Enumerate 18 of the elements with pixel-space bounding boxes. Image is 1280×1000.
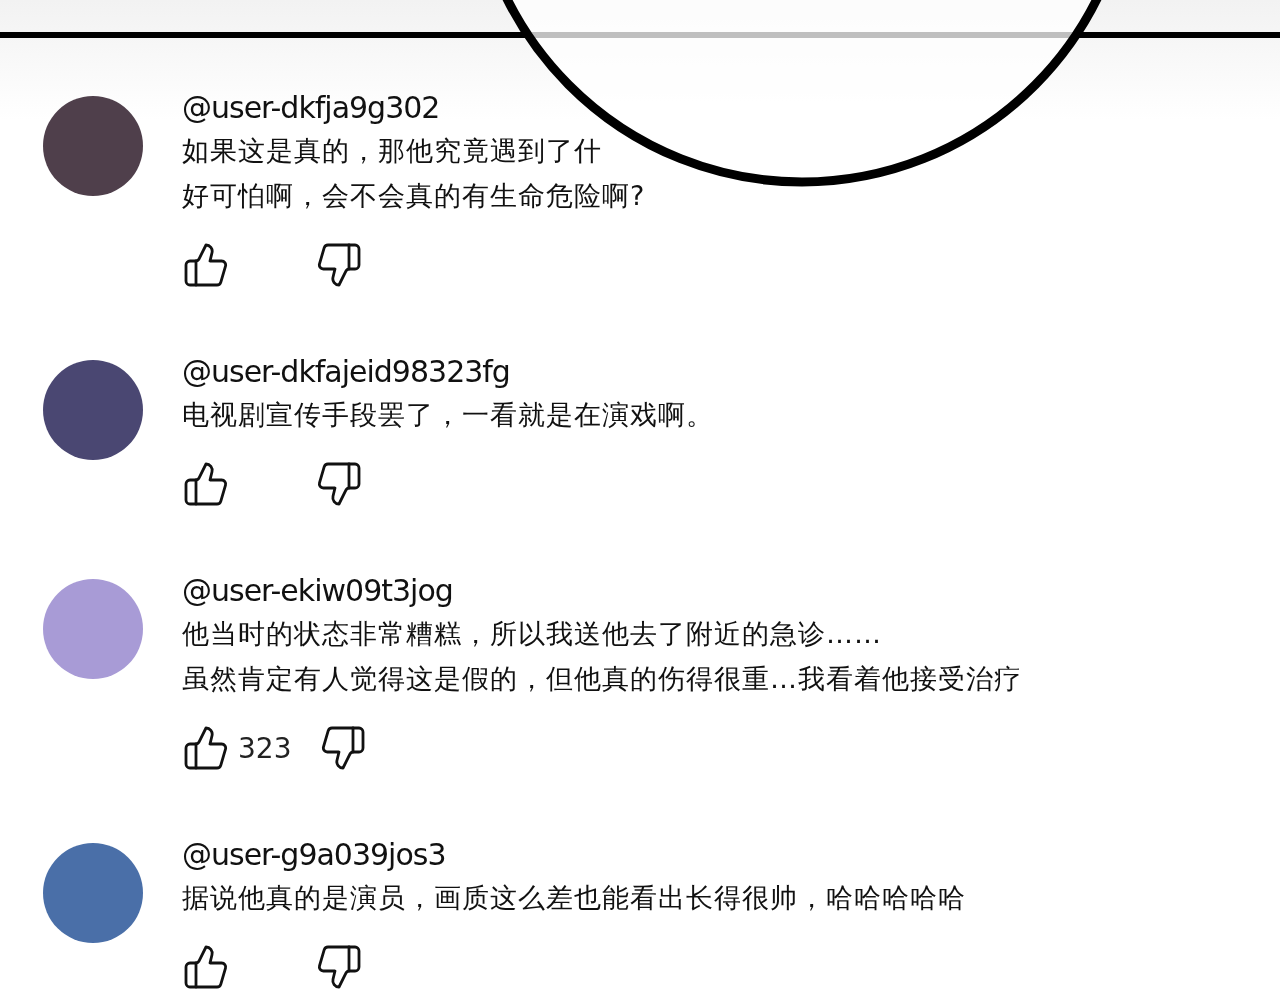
comment-text: 据说他真的是演员，画质这么差也能看出长得很帅，哈哈哈哈哈 xyxy=(182,881,966,915)
comment-text: 如果这是真的，那他究竟遇到了什 xyxy=(182,134,603,168)
comment-text: 他当时的状态非常糟糕，所以我送他去了附近的急诊…… xyxy=(182,617,883,651)
comment-text: 好可怕啊，会不会真的有生命危险啊? xyxy=(182,179,646,213)
thumbs-down-icon[interactable] xyxy=(315,241,363,289)
thumbs-down-icon[interactable] xyxy=(315,943,363,991)
username: @user-ekiw09t3jog xyxy=(182,572,454,610)
thumbs-up-icon[interactable] xyxy=(182,460,230,508)
comment-text: 电视剧宣传手段罢了，一看就是在演戏啊。 xyxy=(182,398,714,432)
username: @user-dkfja9g302 xyxy=(182,89,441,127)
like-count: 323 xyxy=(238,731,292,765)
username: @user-g9a039jos3 xyxy=(182,836,447,874)
thumbs-up-icon[interactable] xyxy=(182,241,230,289)
thumbs-up-icon[interactable] xyxy=(182,724,230,772)
comment-text: 虽然肯定有人觉得这是假的，但他真的伤得很重…我看着他接受治疗 xyxy=(182,662,1022,696)
thumbs-down-icon[interactable] xyxy=(315,460,363,508)
username: @user-dkfajeid98323fg xyxy=(182,353,511,391)
thumbs-up-icon[interactable] xyxy=(182,943,230,991)
